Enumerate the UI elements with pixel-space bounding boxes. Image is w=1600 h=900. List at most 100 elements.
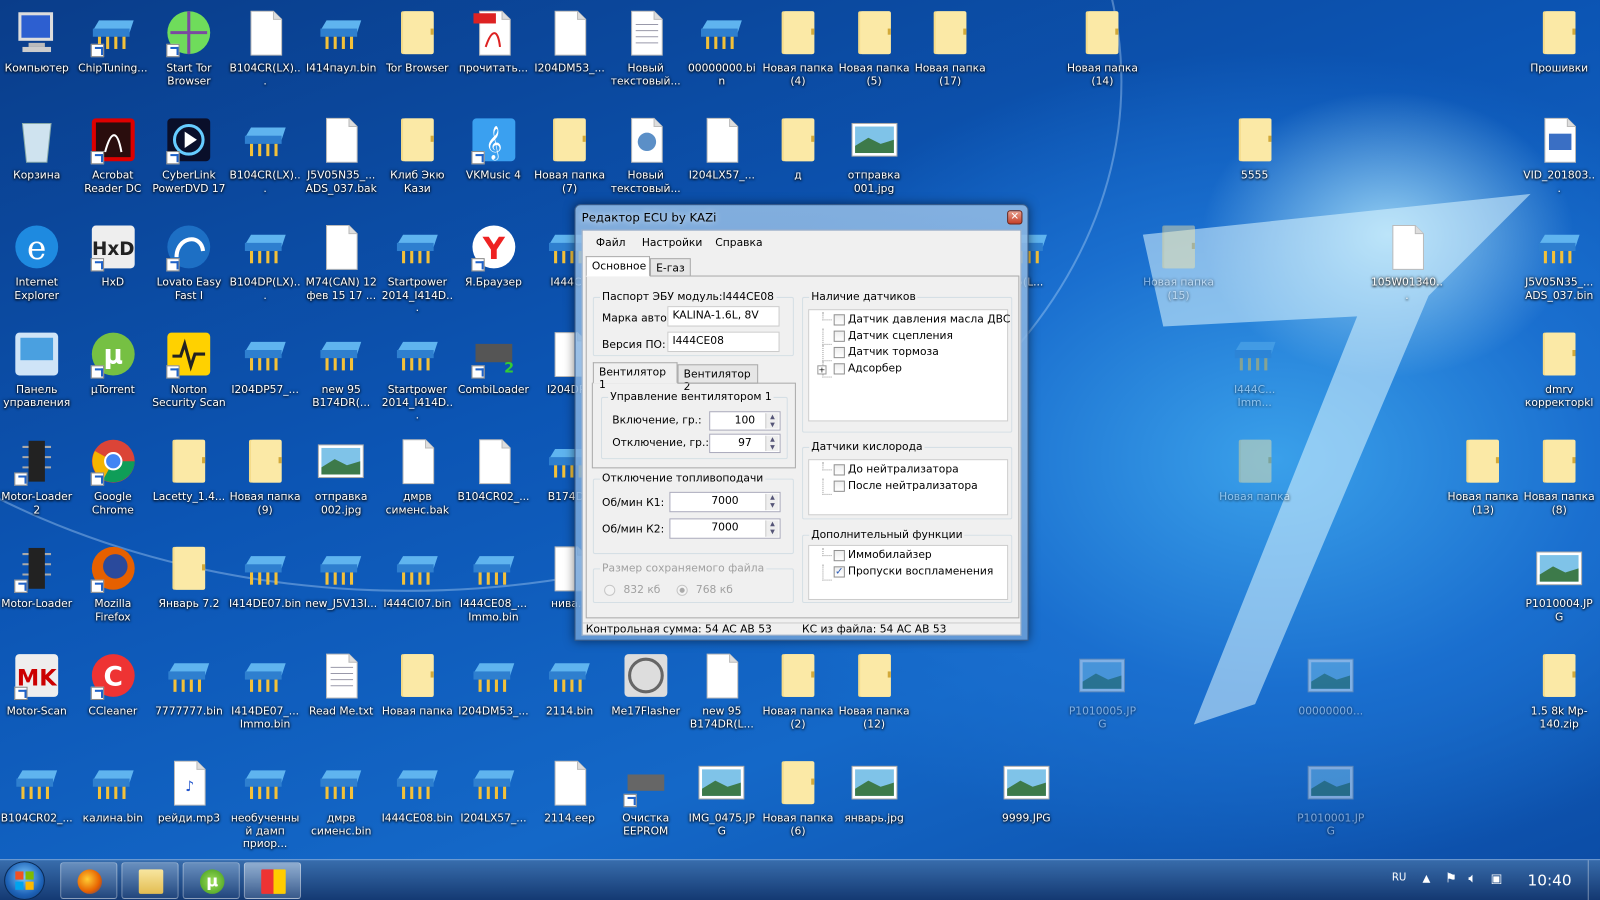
desktop-icon[interactable]: отправка 002.jpg [303,437,379,517]
desktop-icon[interactable]: µ µTorrent [75,330,151,397]
checkbox-label[interactable]: Датчик сцепления [848,330,953,342]
desktop-icon[interactable]: B104DP(LX)... [227,222,303,302]
menu-file[interactable]: Файл [596,237,626,249]
desktop-icon[interactable]: I204DP57_... [227,330,303,397]
start-button[interactable] [4,861,45,900]
radio-832[interactable] [604,584,616,596]
desktop-icon[interactable]: 𝄞 VKMusic 4 [456,115,532,182]
desktop-icon[interactable]: Корзина [0,115,74,182]
desktop-icon[interactable]: Startpower 2014_I414D... [380,222,456,314]
language-indicator[interactable]: RU [1392,872,1407,883]
desktop-icon[interactable]: Новая папка (13) [1445,437,1521,517]
desktop-icon[interactable]: Y Я.Браузер [456,222,532,289]
desktop-icon[interactable]: new 95 B174DR(L... [684,651,760,731]
desktop-icon[interactable]: Новая папка (14) [1065,8,1141,88]
desktop-icon[interactable]: 2 CombiLoader [456,330,532,397]
desktop-icon[interactable]: Новая папка (12) [836,651,912,731]
desktop-icon[interactable]: I444CI07.bin [380,544,456,611]
k2-spinner[interactable]: 7000 ▲ ▼ [669,518,781,539]
desktop-icon[interactable]: Новая папка [1217,437,1293,504]
desktop-icon[interactable]: Новая папка (6) [760,758,836,838]
desktop-icon[interactable]: VID_201803... [1521,115,1597,195]
desktop-icon[interactable]: дмрв сименс.bak [380,437,456,517]
desktop-icon[interactable]: Новая папка (5) [836,8,912,88]
desktop-icon[interactable]: 2114.bin [532,651,608,718]
k1-spinner[interactable]: 7000 ▲ ▼ [669,491,781,513]
menu-help[interactable]: Справка [715,237,762,249]
desktop-icon[interactable]: I444CE08_... Immo.bin [456,544,532,624]
menu-settings[interactable]: Настройки [642,237,703,249]
show-hidden-icons[interactable]: ▲ [1422,873,1430,884]
desktop-icon[interactable]: HxD HxD [75,222,151,289]
spinner-arrows-icon[interactable]: ▲ ▼ [765,520,779,537]
desktop-icon[interactable]: J5V05N35_... ADS_037.bak [303,115,379,195]
desktop-icon[interactable]: new_J5V13I... [303,544,379,611]
desktop-icon[interactable]: dmrv корректорkl [1521,330,1597,410]
checkbox[interactable] [833,314,845,326]
fan-on-spinner[interactable]: 100 ▲ ▼ [709,411,781,431]
desktop-icon[interactable]: I444CE08.bin [380,758,456,825]
desktop-icon[interactable]: P1010005.JPG [1065,651,1141,731]
spinner-arrows-icon[interactable]: ▲ ▼ [765,435,779,452]
desktop-icon[interactable]: 7777777.bin [151,651,227,718]
checkbox[interactable]: ✓ [833,566,845,578]
checkbox[interactable] [833,330,845,342]
desktop-icon[interactable]: Motor-Loader [0,544,74,611]
desktop-icon[interactable]: необученный дамп приор... [227,758,303,850]
checkbox-label[interactable]: Пропуски воспламенения [848,565,993,577]
close-button[interactable]: ✕ [1007,210,1023,225]
desktop-icon[interactable]: I444C... Imm... [1217,330,1293,410]
expand-icon[interactable]: + [817,365,827,375]
desktop-icon[interactable]: Новый текстовый... [608,8,684,88]
desktop-icon[interactable]: прочитать... [456,8,532,75]
tab-main[interactable]: Основное [585,256,650,277]
desktop-icon[interactable]: Новая папка (4) [760,8,836,88]
desktop-icon[interactable]: B104CR02_... [0,758,74,825]
car-field[interactable]: KALINA-1.6L, 8V [667,306,780,327]
desktop-icon[interactable]: Read Me.txt [303,651,379,718]
volume-icon[interactable]: 🔈︎ [1468,871,1476,886]
desktop-icon[interactable]: e Internet Explorer [0,222,74,302]
desktop-icon[interactable]: IMG_0475.JPG [684,758,760,838]
desktop-icon[interactable]: Прошивки [1521,8,1597,75]
checkbox-label[interactable]: После нейтрализатора [848,480,978,492]
desktop-icon[interactable]: Norton Security Scan [151,330,227,410]
desktop-icon[interactable]: Январь 7.2 [151,544,227,611]
desktop-icon[interactable]: new 95 B174DR(... [303,330,379,410]
tab-fan-2[interactable]: Вентилятор 2 [677,364,759,393]
fan-off-spinner[interactable]: 97 ▲ ▼ [709,433,781,454]
show-desktop-button[interactable] [1587,860,1600,900]
spinner-arrows-icon[interactable]: ▲ ▼ [765,493,779,511]
desktop-icon[interactable]: Tor Browser [380,8,456,75]
desktop-icon[interactable]: Панель управления [0,330,74,410]
desktop-icon[interactable]: калина.bin [75,758,151,825]
desktop-icon[interactable]: I204LX57_... [684,115,760,182]
desktop-icon[interactable]: Start Tor Browser [151,8,227,88]
taskbar-explorer[interactable] [121,862,179,899]
desktop-icon[interactable]: 1.5 8k Mp-140.zip [1521,651,1597,731]
desktop-icon[interactable]: Startpower 2014_I414D... [380,330,456,422]
taskbar-ecu-editor[interactable] [243,862,302,899]
desktop-icon[interactable]: 105W01340... [1369,222,1445,302]
desktop-icon[interactable]: Новая папка (17) [912,8,988,88]
desktop-icon[interactable]: I414DE07_... Immo.bin [227,651,303,731]
desktop-icon[interactable]: J5V05N35_... ADS_037.bin [1521,222,1597,302]
checkbox-label[interactable]: Датчик давления масла ДВС [848,313,1010,325]
desktop-icon[interactable]: B104CR02_... [456,437,532,504]
checkbox[interactable] [833,549,845,562]
desktop-icon[interactable]: Google Chrome [75,437,151,517]
desktop-icon[interactable]: Lacetty_1.4... [151,437,227,504]
desktop-icon[interactable]: P1010001.JPG [1293,758,1369,838]
desktop-icon[interactable]: Новая папка (8) [1521,437,1597,517]
desktop-icon[interactable]: Me17Flasher [608,651,684,718]
desktop-icon[interactable]: Mozilla Firefox [75,544,151,624]
desktop-icon[interactable]: I414паул.bin [303,8,379,75]
desktop-icon[interactable]: Новая папка (7) [532,115,608,195]
checkbox-label[interactable]: Иммобилайзер [848,549,932,561]
desktop-icon[interactable]: C CCleaner [75,651,151,718]
desktop-icon[interactable]: 00000000... [1293,651,1369,718]
desktop-icon[interactable]: ♪ рейди.mp3 [151,758,227,825]
desktop-icon[interactable]: 5555 [1217,115,1293,182]
checkbox-label[interactable]: Датчик тормоза [848,346,939,358]
fw-field[interactable]: I444CE08 [667,331,780,353]
